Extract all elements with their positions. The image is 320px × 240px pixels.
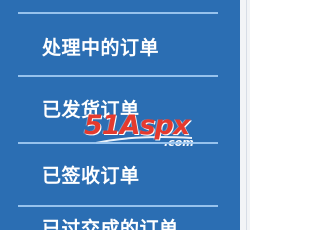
menu-item-label: 处理中的订单 <box>42 36 160 59</box>
menu-item-label: 已签收订单 <box>42 164 140 187</box>
menu-item-signed-orders[interactable]: 已签收订单 <box>0 154 240 194</box>
menu-divider <box>18 142 218 144</box>
menu-item-processing-orders[interactable]: 处理中的订单 <box>0 26 240 66</box>
menu-item-label: 已发货订单 <box>42 98 140 121</box>
order-menu-panel: 处理中的订单 已发货订单 51Aspx .com 已签收订单 已过交成的订单 <box>0 0 240 230</box>
menu-item-label: 已过交成的订单 <box>42 218 179 230</box>
menu-divider <box>18 205 218 207</box>
watermark-swoosh-icon <box>95 136 193 144</box>
frame-border <box>246 0 247 230</box>
right-edge-frame <box>240 0 250 230</box>
menu-item-shipped-orders[interactable]: 已发货订单 <box>0 88 240 128</box>
menu-divider <box>18 75 218 77</box>
menu-item-partial-orders[interactable]: 已过交成的订单 <box>0 214 240 230</box>
menu-divider <box>18 12 218 14</box>
